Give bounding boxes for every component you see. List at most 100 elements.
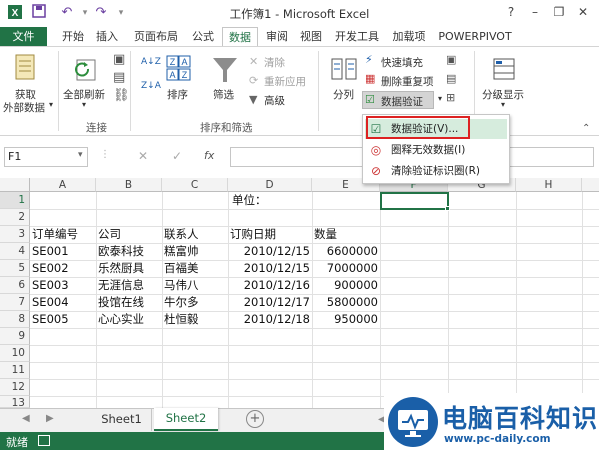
cell-company[interactable]: 投馆在线 [98, 294, 144, 311]
cell-header-quantity[interactable]: 数量 [314, 226, 337, 243]
tab-view[interactable]: 视图 [296, 27, 326, 46]
refresh-dropdown-icon[interactable]: ▾ [82, 100, 86, 109]
tab-home[interactable]: 开始 [58, 27, 88, 46]
column-header-i[interactable] [582, 178, 599, 192]
cell-contact[interactable]: 牛尔多 [164, 294, 199, 311]
cell-company[interactable]: 无涯信息 [98, 277, 144, 294]
filter-button[interactable]: 筛选 [213, 87, 234, 102]
menu-item-circle-invalid[interactable]: ◎ 圈释无效数据(I) [365, 140, 507, 160]
select-all-corner[interactable] [0, 178, 30, 192]
cell-order-date[interactable]: 2010/12/15 [228, 260, 310, 277]
cancel-icon[interactable]: ✕ [138, 149, 148, 163]
cell-order-id[interactable]: SE004 [32, 294, 69, 311]
cell-header-company[interactable]: 公司 [98, 226, 121, 243]
row-header[interactable]: 8 [0, 311, 30, 328]
split-button[interactable]: 分列 [333, 87, 354, 102]
tab-page-layout[interactable]: 页面布局 [128, 27, 184, 46]
restore-button[interactable]: ❐ [548, 2, 570, 22]
flash-fill-icon[interactable]: ⚡ [365, 53, 373, 67]
insert-function-icon[interactable]: fx [204, 149, 214, 162]
enter-icon[interactable]: ✓ [172, 149, 182, 163]
column-header-d[interactable]: D [228, 178, 312, 192]
data-validation-dropdown-icon[interactable]: ▾ [438, 94, 442, 103]
cell-header-order-id[interactable]: 订单编号 [32, 226, 78, 243]
advanced-filter-icon[interactable]: ▼ [249, 93, 257, 107]
row-header[interactable]: 7 [0, 294, 30, 311]
cell-contact[interactable]: 百福美 [164, 260, 199, 277]
column-header-b[interactable]: B [96, 178, 162, 192]
name-box-dropdown-icon[interactable]: ▾ [78, 150, 83, 160]
cell-contact[interactable]: 杜恒毅 [164, 311, 199, 328]
clear-icon[interactable]: ✕ [249, 55, 258, 69]
clear-button[interactable]: 清除 [264, 55, 285, 70]
filter-icon[interactable] [210, 55, 240, 85]
row-header[interactable]: 12 [0, 379, 30, 396]
sort-az-icon[interactable]: A↓Z [141, 57, 161, 67]
reapply-icon[interactable]: ⟳ [249, 74, 258, 88]
edit-links-icon[interactable]: ⛓ [113, 89, 130, 103]
refresh-icon[interactable] [74, 57, 104, 85]
cell-header-order-date[interactable]: 订购日期 [230, 226, 276, 243]
tab-data[interactable]: 数据 [222, 27, 258, 46]
cell-company[interactable]: 欧泰科技 [98, 243, 144, 260]
reapply-button[interactable]: 重新应用 [264, 74, 306, 89]
active-cell-f1[interactable] [380, 192, 449, 210]
fill-handle[interactable] [445, 206, 450, 211]
outline-dropdown-icon[interactable]: ▾ [501, 100, 505, 109]
sheet-tab-sheet2[interactable]: Sheet2 [154, 408, 218, 431]
remove-duplicates-button[interactable]: 删除重复项 [381, 74, 434, 89]
cell-order-id[interactable]: SE003 [32, 277, 69, 294]
cell-order-id[interactable]: SE002 [32, 260, 69, 277]
row-header[interactable]: 1 [0, 192, 30, 209]
text-to-columns-icon[interactable] [330, 55, 358, 85]
row-header[interactable]: 10 [0, 345, 30, 362]
cell-quantity[interactable]: 5800000 [312, 294, 378, 311]
row-header[interactable]: 9 [0, 328, 30, 345]
row-header[interactable]: 3 [0, 226, 30, 243]
row-header[interactable]: 2 [0, 209, 30, 226]
get-external-label-2[interactable]: 外部数据 [3, 100, 45, 115]
cell-quantity[interactable]: 6600000 [312, 243, 378, 260]
cell-order-date[interactable]: 2010/12/17 [228, 294, 310, 311]
tab-formulas[interactable]: 公式 [188, 27, 218, 46]
outline-icon[interactable] [492, 55, 518, 85]
remove-duplicates-icon[interactable]: ▦ [365, 72, 375, 86]
sort-button[interactable]: 排序 [167, 87, 188, 102]
advanced-button[interactable]: 高级 [264, 93, 285, 108]
tab-review[interactable]: 审阅 [262, 27, 292, 46]
sort-icon[interactable]: ZAAZ [166, 55, 192, 83]
cell-order-date[interactable]: 2010/12/15 [228, 243, 310, 260]
tab-add-ins[interactable]: 加载项 [388, 27, 430, 46]
scroll-right-icon[interactable]: ▶ [46, 413, 54, 424]
column-header-a[interactable]: A [30, 178, 96, 192]
formula-bar-resize-icon[interactable]: ⋮ [100, 149, 110, 160]
data-validation-icon[interactable]: ☑ [365, 93, 375, 107]
macro-record-icon[interactable] [38, 435, 50, 446]
cell-order-date[interactable]: 2010/12/18 [228, 311, 310, 328]
tab-powerpivot[interactable]: POWERPIVOT [434, 27, 516, 46]
cell-contact[interactable]: 马伟八 [164, 277, 199, 294]
scroll-left-icon[interactable]: ◀ [22, 413, 30, 424]
row-header[interactable]: 5 [0, 260, 30, 277]
flash-fill-button[interactable]: 快速填充 [381, 55, 423, 70]
get-external-dropdown-icon[interactable]: ▾ [49, 100, 53, 109]
cell-order-id[interactable]: SE005 [32, 311, 69, 328]
column-header-h[interactable]: H [516, 178, 582, 192]
close-button[interactable]: ✕ [572, 2, 594, 22]
row-header[interactable]: 11 [0, 362, 30, 379]
cell-order-date[interactable]: 2010/12/16 [228, 277, 310, 294]
cell-quantity[interactable]: 900000 [312, 277, 378, 294]
sort-za-icon[interactable]: Z↓A [141, 81, 161, 91]
cell-quantity[interactable]: 950000 [312, 311, 378, 328]
properties-icon[interactable]: ▤ [113, 71, 125, 85]
minimize-button[interactable]: – [524, 2, 546, 22]
what-if-icon[interactable]: ▤ [446, 72, 456, 86]
sheet-tab-sheet1[interactable]: Sheet1 [92, 409, 152, 431]
cell-order-id[interactable]: SE001 [32, 243, 69, 260]
connections-icon[interactable]: ▣ [113, 53, 125, 67]
help-button[interactable]: ? [500, 2, 522, 22]
cell-contact[interactable]: 糕富帅 [164, 243, 199, 260]
consolidate-icon[interactable]: ▣ [446, 53, 456, 67]
tab-developer[interactable]: 开发工具 [330, 27, 384, 46]
cell-company[interactable]: 乐然厨具 [98, 260, 144, 277]
